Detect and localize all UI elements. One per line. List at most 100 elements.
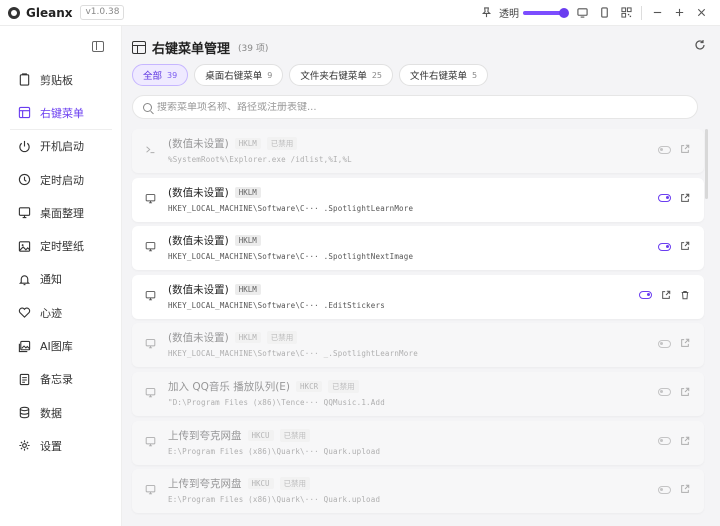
- open-external-icon[interactable]: [679, 436, 690, 447]
- menu-item-path: HKEY_LOCAL_MACHINE\Software\C··· _.Spotl…: [168, 349, 418, 359]
- menu-item-row[interactable]: 上传到夸克网盘 HKCU 已禁用 E:\Program Files (x86)\Qua…: [132, 469, 704, 514]
- context-menu-icon: [132, 41, 146, 54]
- enable-toggle[interactable]: [658, 388, 671, 397]
- monitor-icon: [145, 290, 157, 302]
- sidebar-collapse-icon[interactable]: [92, 41, 104, 52]
- scrollbar[interactable]: [705, 129, 708, 199]
- sidebar-item-11[interactable]: 设置: [0, 429, 122, 462]
- opacity-slider[interactable]: [523, 7, 569, 18]
- page-title: 右键菜单管理: [152, 42, 231, 57]
- sidebar-nav: 剪贴板右键菜单开机启动 定时启动桌面整理定时壁纸通知心迹 AI图库备忘录数据设置: [0, 63, 122, 463]
- tab-label: 文件右键菜单: [410, 71, 468, 82]
- version-badge: v1.0.38: [80, 5, 125, 20]
- open-external-icon[interactable]: [679, 387, 690, 398]
- qrcode-icon[interactable]: [615, 3, 637, 23]
- menu-item-row[interactable]: 加入 QQ音乐 播放队列(E) HKCR 已禁用 "D:\Program Files …: [132, 371, 704, 416]
- sidebar-item-10[interactable]: 数据: [0, 396, 122, 429]
- open-external-icon[interactable]: [679, 193, 690, 204]
- image-icon: [17, 239, 31, 253]
- open-external-icon[interactable]: [679, 338, 690, 349]
- menu-item-path: E:\Program Files (x86)\Quark\··· Quark.u…: [168, 446, 381, 456]
- sidebar-item-5[interactable]: 定时壁纸: [0, 229, 122, 262]
- sidebar-item-1[interactable]: 右键菜单: [0, 96, 122, 130]
- sidebar-item-label: AI图库: [40, 340, 73, 354]
- menu-item-name: (数值未设置): [168, 235, 229, 248]
- menu-item-row[interactable]: (数值未设置) HKLM HKEY_LOCAL_MACHINE\Software\C…: [132, 226, 704, 271]
- sidebar-item-8[interactable]: AI图库: [0, 329, 122, 362]
- menu-item-path: E:\Program Files (x86)\Quark\··· Quark.u…: [168, 495, 381, 505]
- context-menu-icon: [17, 106, 31, 120]
- mobile-icon[interactable]: [593, 3, 615, 23]
- sidebar-item-4[interactable]: 桌面整理: [0, 196, 122, 229]
- search-icon: [143, 102, 152, 112]
- tab-1[interactable]: 桌面右键菜单 9: [194, 64, 284, 86]
- menu-item-name: 上传到夸克网盘: [168, 429, 242, 442]
- tab-2[interactable]: 文件夹右键菜单 25: [289, 64, 394, 86]
- maximize-icon[interactable]: [668, 3, 690, 23]
- hive-badge: HKCR: [296, 380, 323, 392]
- sidebar-item-6[interactable]: 通知: [0, 263, 122, 296]
- terminal-icon: [145, 144, 157, 156]
- open-external-icon[interactable]: [660, 290, 671, 301]
- sidebar-item-0[interactable]: 剪贴板: [0, 63, 122, 96]
- menu-item-name: (数值未设置): [168, 138, 229, 150]
- close-icon[interactable]: [690, 3, 712, 23]
- sidebar-item-label: 右键菜单: [40, 106, 84, 120]
- enable-toggle[interactable]: [658, 437, 671, 446]
- trash-icon[interactable]: [679, 290, 690, 301]
- menu-item-row[interactable]: (数值未设置) HKLM 已禁用 HKEY_LOCAL_MACHINE\Softwar…: [132, 323, 704, 368]
- tab-label: 桌面右键菜单: [205, 71, 263, 82]
- sidebar-item-label: 心迹: [40, 306, 62, 320]
- heart-icon: [17, 306, 31, 320]
- screen-icon[interactable]: [571, 3, 593, 23]
- menu-item-row[interactable]: (数值未设置) HKLM 已禁用 %SystemRoot%\Explorer.exe …: [132, 129, 704, 173]
- monitor-icon: [145, 484, 157, 496]
- search-input[interactable]: [157, 101, 677, 113]
- menu-item-row[interactable]: 上传到夸克网盘 HKCU 已禁用 E:\Program Files (x86)\Qua…: [132, 420, 704, 465]
- status-badge: 已禁用: [328, 379, 359, 393]
- status-badge: 已禁用: [266, 331, 298, 345]
- minimize-icon[interactable]: [646, 3, 668, 23]
- sidebar-item-2[interactable]: 开机启动: [0, 130, 122, 163]
- enable-toggle[interactable]: [658, 485, 671, 494]
- hive-badge: HKLM: [234, 235, 261, 247]
- open-external-icon[interactable]: [679, 484, 690, 495]
- enable-toggle[interactable]: [639, 291, 652, 300]
- sidebar-item-label: 设置: [40, 439, 62, 453]
- filter-tabs: 全部 39 桌面右键菜单 9 文件夹右键菜单 25 文件右键菜单 5: [132, 64, 489, 86]
- enable-toggle[interactable]: [658, 339, 671, 348]
- tab-count: 5: [472, 70, 478, 80]
- opacity-slider-handle[interactable]: [559, 7, 569, 18]
- sidebar-item-label: 备忘录: [40, 373, 73, 387]
- sidebar-item-label: 通知: [40, 273, 62, 287]
- clipboard-icon: [17, 73, 31, 87]
- tab-3[interactable]: 文件右键菜单 5: [399, 64, 489, 86]
- clock-icon: [17, 173, 31, 187]
- open-external-icon[interactable]: [679, 241, 690, 252]
- item-count: (39 项): [238, 44, 269, 54]
- sidebar: 剪贴板右键菜单开机启动 定时启动桌面整理定时壁纸通知心迹 AI图库备忘录数据设置: [0, 26, 122, 526]
- menu-item-row[interactable]: (数值未设置) HKLM HKEY_LOCAL_MACHINE\Software\C…: [132, 177, 704, 222]
- sidebar-item-9[interactable]: 备忘录: [0, 363, 122, 396]
- search-bar: [132, 95, 698, 119]
- hive-badge: HKCU: [247, 429, 274, 441]
- status-badge: 已禁用: [266, 137, 298, 150]
- sidebar-item-label: 桌面整理: [40, 206, 84, 220]
- sidebar-item-7[interactable]: 心迹: [0, 296, 122, 329]
- opacity-label: 透明: [499, 9, 519, 20]
- tab-label: 全部: [143, 71, 163, 82]
- pin-icon[interactable]: [475, 3, 497, 23]
- sidebar-item-3[interactable]: 定时启动: [0, 163, 122, 196]
- title-bar: Gleanx v1.0.38 透明: [0, 0, 720, 26]
- enable-toggle[interactable]: [658, 194, 671, 203]
- menu-item-path: "D:\Program Files (x86)\Tence··· QQMusic…: [168, 397, 385, 407]
- menu-item-row[interactable]: (数值未设置) HKLM HKEY_LOCAL_MACHINE\Software\C…: [132, 274, 704, 319]
- enable-toggle[interactable]: [658, 145, 671, 154]
- tab-0[interactable]: 全部 39: [132, 64, 189, 86]
- sidebar-item-label: 剪贴板: [40, 73, 73, 87]
- gear-icon: [17, 439, 31, 453]
- monitor-icon: [17, 206, 31, 220]
- open-external-icon[interactable]: [679, 144, 690, 155]
- enable-toggle[interactable]: [658, 242, 671, 251]
- refresh-icon[interactable]: [694, 39, 706, 54]
